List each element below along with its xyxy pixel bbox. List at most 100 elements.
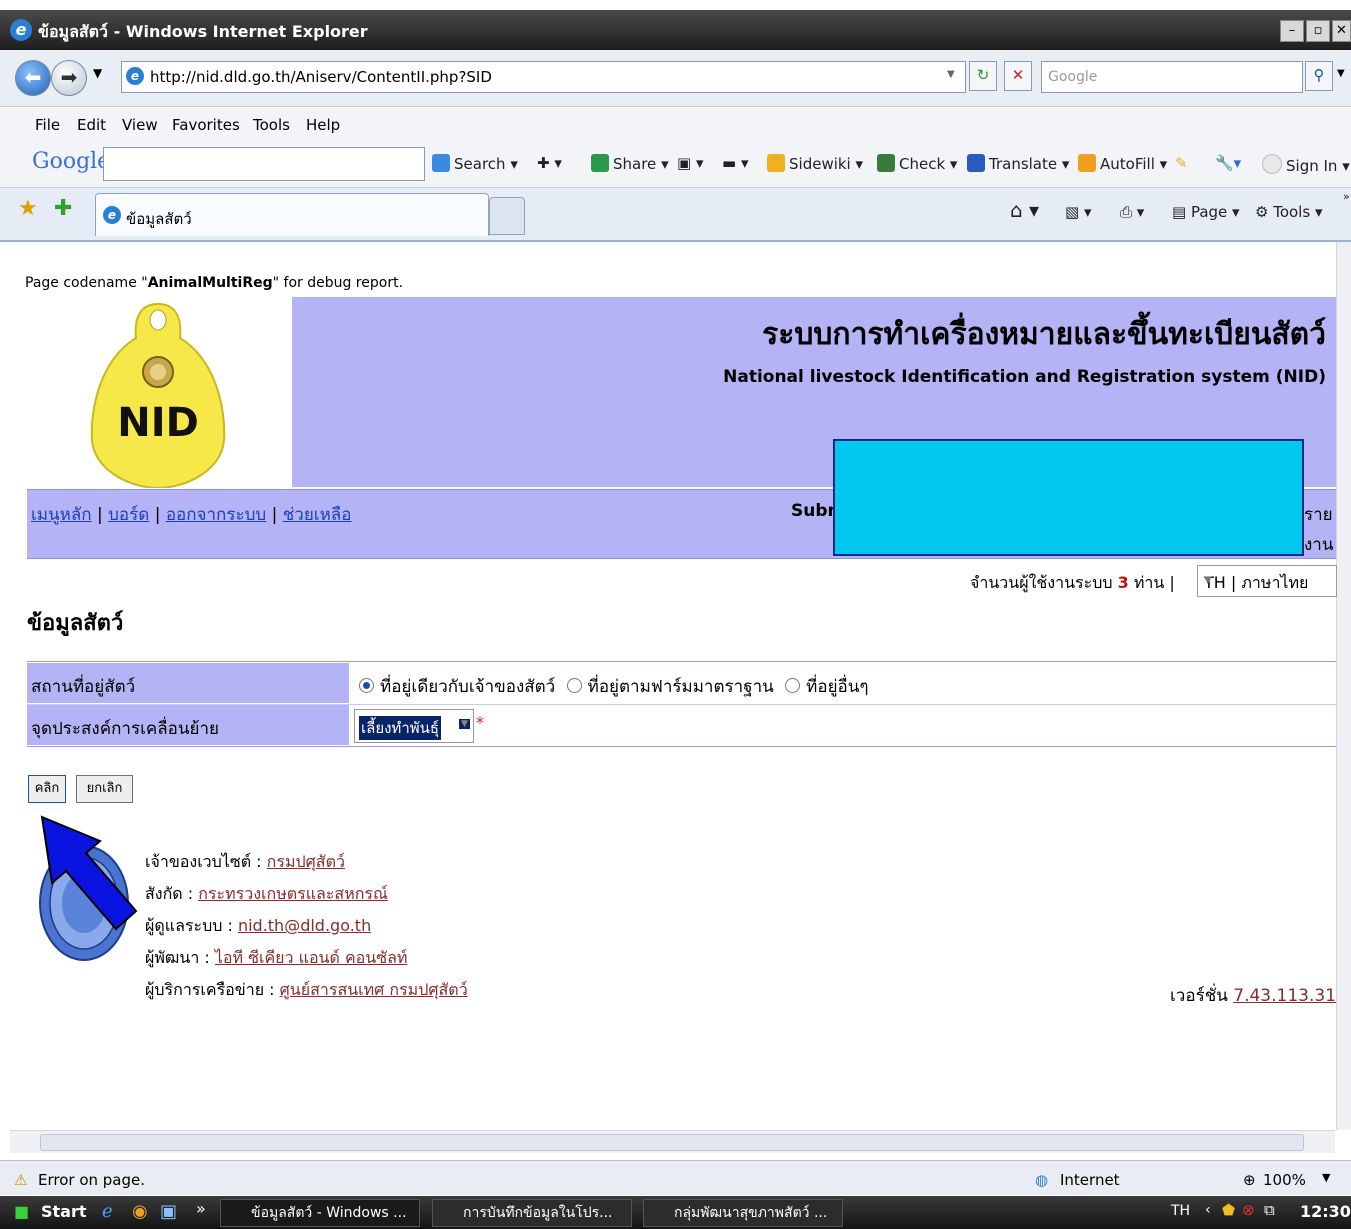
cancel-button[interactable]: ยกเลิก — [76, 775, 133, 803]
share-button[interactable]: Share ▾ — [591, 154, 669, 173]
popup-blocker-icon[interactable]: ▣ ▾ — [677, 154, 703, 172]
search-options-icon[interactable]: ▼ — [1337, 68, 1345, 79]
nav-main-menu[interactable]: เมนูหลัก — [31, 505, 92, 525]
purpose-select[interactable]: เลี้ยงทำพันธุ์ ▼ — [354, 709, 474, 743]
purpose-select-value: เลี้ยงทำพันธุ์ — [359, 716, 442, 740]
sign-in-button[interactable]: Sign In ▾ — [1262, 154, 1350, 175]
taskbar-item-word[interactable]: การบันทึกข้อมูลในโปร... — [432, 1199, 632, 1227]
forward-button[interactable]: ➡ — [51, 60, 87, 96]
footer-network-link[interactable]: ศูนย์สารสนเทศ กรมปศุสัตว์ — [280, 980, 468, 999]
translate-button[interactable]: Translate ▾ — [967, 154, 1069, 173]
language-indicator[interactable]: TH — [1171, 1203, 1190, 1219]
page-icon: e — [126, 67, 144, 85]
scrollbar-thumb[interactable] — [40, 1134, 1304, 1151]
check-button[interactable]: Check ▾ — [877, 154, 957, 173]
footer-developer-link[interactable]: ไอที ซีเคียว แอนด์ คอนซัลท์ — [215, 948, 408, 967]
quicklaunch-firefox-icon[interactable]: ◉ — [132, 1201, 148, 1222]
refresh-icon[interactable]: ↻ — [969, 61, 997, 91]
address-url: http://nid.dld.go.th/Aniserv/ContentII.p… — [150, 68, 492, 86]
new-tab-button[interactable] — [489, 197, 525, 235]
menu-favorites[interactable]: Favorites — [172, 116, 240, 134]
zoom-dropdown-icon[interactable]: ▼ — [1322, 1171, 1330, 1184]
restore-button[interactable]: ▫ — [1306, 20, 1330, 42]
right-label-1: ราย — [1304, 505, 1333, 525]
sidewiki-button[interactable]: Sidewiki ▾ — [767, 154, 863, 173]
location-radio-farm[interactable] — [566, 678, 582, 693]
highlighter-icon[interactable]: ✎ — [1175, 154, 1188, 172]
home-icon[interactable]: ⌂ ▾ — [1010, 198, 1039, 222]
wrench-icon[interactable]: 🔧▾ — [1215, 154, 1241, 172]
menu-edit[interactable]: Edit — [77, 116, 106, 134]
vertical-scrollbar[interactable] — [1336, 242, 1351, 1130]
autofill-button[interactable]: AutoFill ▾ — [1078, 154, 1167, 173]
tab-label: ข้อมูลสัตว์ — [126, 210, 192, 228]
zoom-icon[interactable]: ⊕ — [1243, 1171, 1256, 1189]
sidewiki-icon — [767, 154, 785, 172]
network-tray-icon[interactable]: ⧉ — [1264, 1201, 1275, 1219]
status-zoom[interactable]: 100% — [1263, 1171, 1306, 1189]
location-radio-owner[interactable] — [359, 678, 374, 693]
taskbar-item-ie[interactable]: ข้อมูลสัตว์ - Windows ... — [220, 1199, 420, 1227]
quicklaunch-ie-icon[interactable]: ℯ — [102, 1201, 113, 1222]
menu-help[interactable]: Help — [306, 116, 340, 134]
user-count-value: 3 — [1117, 573, 1129, 592]
thai-title: ระบบการทำเครื่องหมายและขึ้นทะเบียนสัตว์ — [762, 317, 1326, 352]
tray-expand-icon[interactable]: ‹ — [1205, 1202, 1211, 1218]
toolbar-overflow-icon[interactable]: » — [1343, 190, 1350, 203]
feeds-icon[interactable]: ▧ ▾ — [1065, 203, 1091, 221]
favorites-star-icon[interactable]: ★ — [18, 196, 38, 221]
horizontal-scrollbar[interactable] — [10, 1130, 1335, 1153]
close-button[interactable]: ✕ — [1332, 20, 1351, 42]
footer-owner-link[interactable]: กรมปศุสัตว์ — [267, 852, 345, 871]
location-label-cell: สถานที่อยู่สัตว์ — [27, 663, 349, 703]
autofill-icon — [1078, 154, 1096, 172]
taskbar-item-ie2[interactable]: กลุ่มพัฒนาสุขภาพสัตว์ ... — [643, 1199, 843, 1227]
add-favorites-icon[interactable]: ✚ — [54, 196, 72, 221]
print-icon[interactable]: ⎙ ▾ — [1120, 203, 1144, 221]
google-search-input[interactable] — [103, 147, 425, 181]
sign-in-icon — [1262, 154, 1282, 174]
security-tray-icon[interactable]: ⬟ — [1222, 1201, 1235, 1219]
minimize-button[interactable]: – — [1280, 20, 1304, 42]
ie-logo-icon: e — [10, 19, 32, 41]
page-menu-button[interactable]: ▤ Page ▾ — [1172, 203, 1240, 221]
nav-help[interactable]: ช่วยเหลือ — [283, 505, 352, 525]
menu-file[interactable]: File — [35, 116, 60, 134]
start-button[interactable]: Start — [41, 1202, 87, 1221]
address-bar[interactable]: e http://nid.dld.go.th/Aniserv/ContentII… — [121, 61, 966, 93]
quicklaunch-more-icon[interactable]: » — [196, 1199, 206, 1218]
english-title: National livestock Identification and Re… — [723, 367, 1326, 387]
footer-admin-link[interactable]: nid.th@dld.go.th — [238, 916, 371, 935]
antivirus-tray-icon[interactable]: ⊗ — [1242, 1201, 1255, 1219]
tab-current[interactable]: e ข้อมูลสัตว์ — [95, 193, 489, 236]
search-input[interactable]: Google — [1041, 61, 1303, 93]
language-select[interactable]: TH | ภาษาไทย ▼ — [1197, 565, 1337, 597]
footer-developer: ผู้พัฒนา : ไอที ซีเคียว แอนด์ คอนซัลท์ — [145, 948, 408, 967]
menu-tools[interactable]: Tools — [253, 116, 290, 134]
location-radio-other[interactable] — [785, 678, 801, 693]
nav-logout[interactable]: ออกจากระบบ — [166, 505, 266, 525]
google-logo: Google — [32, 149, 111, 174]
footer-network: ผู้บริการเครือข่าย : ศูนย์สารสนเทศ กรมปศ… — [145, 980, 468, 999]
pointer-arrow-icon — [40, 815, 138, 930]
windows-logo-icon: ■ — [14, 1202, 30, 1221]
back-button[interactable]: ⬅ — [15, 60, 51, 96]
status-error[interactable]: Error on page. — [38, 1171, 145, 1189]
submit-button[interactable]: คลิก — [28, 775, 66, 803]
chevron-down-icon: ▼ — [459, 719, 470, 729]
google-search-button[interactable]: Search ▾ — [432, 154, 518, 173]
tools-menu-button[interactable]: ⚙ Tools ▾ — [1255, 203, 1322, 221]
search-icon[interactable]: ⚲ — [1305, 61, 1333, 91]
address-dropdown-icon[interactable]: ▼ — [947, 69, 955, 80]
quicklaunch-desktop-icon[interactable]: ▣ — [160, 1201, 177, 1222]
bookmarks-icon[interactable]: ▬ ▾ — [722, 154, 748, 172]
nav-board[interactable]: บอร์ด — [108, 505, 149, 525]
footer-ministry-link[interactable]: กระทรวงเกษตรและสหกรณ์ — [198, 884, 388, 903]
stop-icon[interactable]: ✕ — [1004, 61, 1032, 91]
version-link[interactable]: 7.43.113.31 — [1233, 986, 1336, 1006]
puzzle-icon[interactable]: ✚ ▾ — [537, 154, 562, 172]
history-dropdown-icon[interactable]: ▼ — [93, 66, 102, 80]
menu-view[interactable]: View — [122, 116, 158, 134]
warning-icon[interactable]: ⚠ — [14, 1171, 27, 1189]
chevron-down-icon: ▼ — [1204, 575, 1212, 586]
